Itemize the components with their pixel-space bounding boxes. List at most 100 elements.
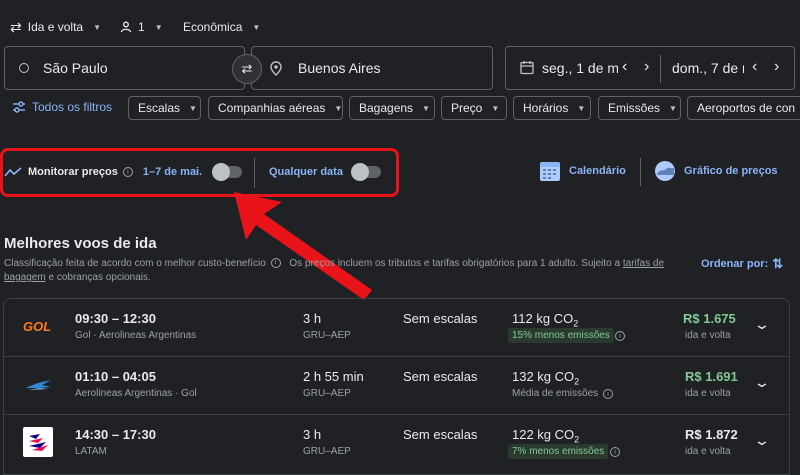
chevron-down-icon[interactable]: ⌄	[753, 374, 771, 391]
flight-stops: Sem escalas	[403, 311, 478, 326]
ranking-text: Classificação feita de acordo com o melh…	[4, 258, 266, 269]
info-icon[interactable]: i	[603, 389, 613, 399]
chip-label: Escalas	[138, 101, 181, 115]
baggage-fees-link-2[interactable]: bagagem	[4, 272, 46, 283]
emissions-label: Média de emissões	[512, 388, 599, 399]
track-date-range: 1–7 de mai.	[142, 166, 203, 178]
any-date-toggle[interactable]	[350, 163, 381, 181]
filter-chip-price[interactable]: Preço ▼	[441, 96, 507, 120]
sort-label: Ordenar por:	[701, 258, 769, 270]
origin-value: São Paulo	[43, 60, 108, 76]
calendar-small-icon	[520, 60, 534, 78]
calendar-label: Calendário	[569, 165, 626, 177]
flight-airlines: LATAM	[75, 446, 107, 457]
flight-price: R$ 1.872	[685, 427, 738, 442]
svg-text:GOL: GOL	[23, 319, 51, 334]
swap-arrows-icon: ⇄	[241, 61, 253, 76]
flight-duration: 3 h	[303, 311, 322, 326]
gol-logo-icon: GOL	[23, 311, 53, 341]
destination-value: Buenos Aires	[298, 60, 381, 76]
trip-type-select[interactable]: ⇄ Ida e volta ▼	[10, 18, 101, 36]
filter-chip-airlines[interactable]: Companhias aéreas ▼	[208, 96, 343, 120]
results-heading: Melhores voos de ida	[4, 235, 157, 252]
baggage-fees-link[interactable]: tarifas de	[623, 258, 664, 269]
chip-label: Emissões	[608, 101, 661, 115]
flight-airlines: Gol · Aerolineas Argentinas	[75, 330, 197, 341]
calendar-icon	[540, 162, 560, 181]
info-icon[interactable]: i	[270, 258, 281, 269]
flight-trip-type: ida e volta	[685, 330, 731, 341]
chip-label: Aeroportos de con	[697, 101, 796, 115]
flight-row[interactable]: 01:10 – 04:05 Aerolineas Argentinas · Go…	[4, 357, 789, 415]
trend-line-icon	[4, 167, 22, 177]
flight-route: GRU–AEP	[303, 446, 351, 457]
flight-duration: 2 h 55 min	[303, 369, 364, 384]
info-icon[interactable]: i	[122, 167, 133, 177]
chevron-down-icon[interactable]: ⌄	[753, 316, 771, 333]
flight-route: GRU–AEP	[303, 330, 351, 341]
filter-chip-bags[interactable]: Bagagens ▼	[349, 96, 435, 120]
flight-trip-type: ida e volta	[685, 446, 731, 457]
calendar-button[interactable]: Calendário	[539, 160, 626, 182]
price-graph-icon	[655, 161, 675, 181]
dropdown-caret-icon: ▼	[93, 22, 102, 32]
cabin-class-select[interactable]: Econômica ▼	[183, 18, 260, 36]
chevron-down-icon: ▼	[491, 103, 500, 113]
red-arrow-annotation	[234, 192, 372, 300]
latam-logo-icon	[23, 427, 53, 457]
date-divider	[660, 55, 661, 83]
optional-charges-text: e cobranças opcionais.	[48, 272, 151, 283]
results-subtext: Classificação feita de acordo com o melh…	[4, 257, 684, 285]
aerolineas-logo-icon	[23, 371, 53, 401]
dropdown-caret-icon: ▼	[154, 22, 163, 32]
sort-button[interactable]: Ordenar por: ⇅	[701, 256, 783, 272]
track-dates-toggle[interactable]	[212, 163, 243, 181]
any-date-label: Qualquer data	[269, 166, 343, 178]
price-graph-label: Gráfico de preços	[684, 165, 778, 177]
person-icon	[120, 21, 132, 33]
passengers-select[interactable]: 1 ▼	[120, 18, 163, 36]
chevron-down-icon[interactable]: ⌄	[753, 432, 771, 449]
any-date-section: Qualquer data	[269, 163, 381, 181]
flight-trip-type: ida e volta	[685, 388, 731, 399]
all-filters-button[interactable]: Todos os filtros	[12, 100, 112, 114]
flight-row[interactable]: 14:30 – 17:30 LATAM 3 h GRU–AEP Sem esca…	[4, 415, 789, 473]
depart-date-value[interactable]: seg., 1 de mai	[542, 60, 618, 76]
flight-stops: Sem escalas	[403, 369, 478, 384]
trip-type-label: Ida e volta	[27, 20, 84, 34]
info-icon[interactable]: i	[615, 331, 625, 341]
dropdown-caret-icon: ▼	[252, 22, 261, 32]
filter-chip-times[interactable]: Horários ▼	[513, 96, 591, 120]
filter-chip-connecting-airports[interactable]: Aeroportos de con	[687, 96, 800, 120]
destination-field[interactable]: Buenos Aires	[251, 46, 493, 90]
flight-stops: Sem escalas	[403, 427, 478, 442]
filter-chip-stops[interactable]: Escalas ▼	[128, 96, 201, 120]
return-date-value[interactable]: dom., 7 de mai	[672, 60, 744, 76]
flight-row[interactable]: GOL 09:30 – 12:30 Gol · Aerolineas Argen…	[4, 299, 789, 357]
prev-return-date-icon[interactable]: ‹	[752, 58, 757, 76]
date-field[interactable]: seg., 1 de mai ‹ › dom., 7 de mai ‹ ›	[505, 46, 795, 90]
next-depart-date-icon[interactable]: ›	[644, 58, 649, 76]
chevron-down-icon: ▼	[422, 103, 430, 113]
price-graph-button[interactable]: Gráfico de preços	[654, 160, 778, 182]
flight-airlines: Aerolineas Argentinas · Gol	[75, 388, 197, 399]
prices-text: Os preços incluem os tributos e tarifas …	[289, 258, 621, 269]
track-prices-section: Monitorar preços i 1–7 de mai.	[4, 163, 243, 181]
filter-chip-emissions[interactable]: Emissões ▼	[598, 96, 681, 120]
flight-price: R$ 1.675	[683, 311, 736, 326]
flight-times: 14:30 – 17:30	[75, 427, 156, 442]
chevron-down-icon: ▼	[669, 103, 677, 113]
chip-label: Companhias aéreas	[218, 101, 326, 115]
flights-list: GOL 09:30 – 12:30 Gol · Aerolineas Argen…	[3, 298, 790, 475]
flight-route: GRU–AEP	[303, 388, 351, 399]
sort-icon: ⇅	[772, 256, 784, 271]
info-icon[interactable]: i	[610, 447, 620, 457]
filter-bar: Todos os filtros Escalas ▼ Companhias aér…	[0, 96, 800, 120]
swap-locations-button[interactable]: ⇄	[232, 54, 262, 84]
location-pin-icon	[270, 60, 282, 76]
chip-label: Preço	[451, 101, 483, 115]
origin-field[interactable]: São Paulo	[4, 46, 245, 90]
prev-depart-date-icon[interactable]: ‹	[622, 58, 627, 76]
next-return-date-icon[interactable]: ›	[774, 58, 779, 76]
flight-co2: 122 kg CO2	[512, 427, 580, 445]
